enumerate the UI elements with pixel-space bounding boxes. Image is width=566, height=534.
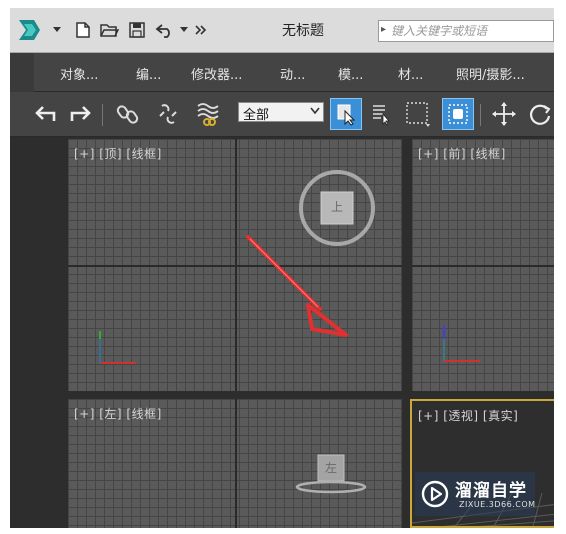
menu-item-material[interactable]: 材...	[398, 64, 423, 83]
axis-tripod-icon	[99, 331, 136, 364]
select-cursor-icon	[337, 104, 356, 126]
app-logo-icon[interactable]	[16, 16, 46, 44]
viewport-front[interactable]: [+] [前] [线框]	[412, 139, 554, 391]
selection-filter-value: 全部	[243, 108, 270, 123]
search-input[interactable]	[391, 22, 551, 40]
viewport-left[interactable]: [+] [左] [线框] 左	[68, 399, 402, 528]
toolbar-divider	[102, 104, 103, 126]
left-edge-strip	[10, 53, 34, 92]
viewport-grid-axis	[412, 265, 554, 267]
window-crossing-icon	[448, 104, 468, 124]
app-window: 无标题 ▸ 对象... 编... 修改器... 动... 模... 材... 照…	[10, 8, 554, 528]
move-tool-icon[interactable]	[490, 100, 518, 128]
viewport-top[interactable]: [+] [顶] [线框] 上	[68, 139, 402, 391]
rotate-tool-icon[interactable]	[526, 100, 554, 128]
viewport-front-label[interactable]: [+] [前] [线框]	[418, 145, 506, 162]
menu-item-lighting-camera[interactable]: 照明/摄影...	[456, 64, 525, 83]
redo-arrow-icon[interactable]	[66, 100, 94, 128]
rectangular-selection-icon[interactable]	[404, 100, 432, 128]
viewport-top-label[interactable]: [+] [顶] [线框]	[74, 145, 162, 162]
app-menu-dropdown-icon[interactable]	[50, 18, 64, 42]
viewport-left-label[interactable]: [+] [左] [线框]	[74, 405, 162, 422]
viewport-perspective-label[interactable]: [+] [透视] [真实]	[418, 407, 518, 424]
unlink-icon[interactable]	[154, 100, 182, 128]
axis-tripod-icon	[443, 325, 480, 362]
search-box[interactable]: ▸	[378, 20, 554, 42]
menu-item-modeling[interactable]: 模...	[338, 64, 363, 83]
selection-filter-dropdown[interactable]: 全部	[238, 102, 324, 123]
new-file-icon[interactable]	[70, 18, 96, 42]
viewcube-left[interactable]: 左	[290, 449, 370, 499]
open-file-icon[interactable]	[96, 18, 122, 42]
select-object-button[interactable]	[330, 98, 362, 130]
watermark-url: ZIXUE.3D66.COM	[459, 500, 536, 509]
save-file-icon[interactable]	[124, 18, 150, 42]
red-pointer-arrow-icon	[246, 235, 348, 337]
menu-item-edit[interactable]: 编...	[136, 64, 161, 83]
main-toolbar: 全部	[10, 92, 554, 137]
viewcube-top-face-label: 上	[331, 200, 344, 214]
search-expand-icon[interactable]: ▸	[381, 24, 386, 35]
viewcube-left-face-label: 左	[325, 461, 338, 475]
viewport-area: [+] [顶] [线框] 上 [+] [前] [线框] [+] [左] [线框]…	[10, 137, 554, 528]
toolbar-divider	[480, 104, 481, 126]
menu-bar: 对象... 编... 修改器... 动... 模... 材... 照明/摄影..…	[34, 53, 554, 92]
menu-item-object[interactable]: 对象...	[60, 64, 98, 83]
bind-space-warp-icon[interactable]	[194, 100, 222, 128]
undo-arrow-icon[interactable]	[32, 100, 60, 128]
watermark-text: 溜溜自学	[455, 481, 527, 501]
watermark: 溜溜自学 ZIXUE.3D66.COM	[415, 472, 535, 516]
undo-dropdown-icon[interactable]	[178, 18, 190, 42]
menu-item-modifiers[interactable]: 修改器...	[191, 64, 242, 83]
window-crossing-button[interactable]	[442, 98, 474, 130]
menu-item-animation[interactable]: 动...	[280, 64, 305, 83]
viewport-grid-axis	[235, 399, 237, 528]
chevron-down-icon	[310, 107, 320, 115]
window-title: 无标题	[282, 23, 324, 39]
select-by-name-icon[interactable]	[368, 100, 396, 128]
overflow-chevron-icon[interactable]	[192, 18, 210, 42]
play-logo-icon	[421, 480, 449, 508]
title-bar: 无标题 ▸	[10, 8, 554, 53]
link-icon[interactable]	[114, 100, 142, 128]
undo-icon[interactable]	[152, 18, 178, 42]
